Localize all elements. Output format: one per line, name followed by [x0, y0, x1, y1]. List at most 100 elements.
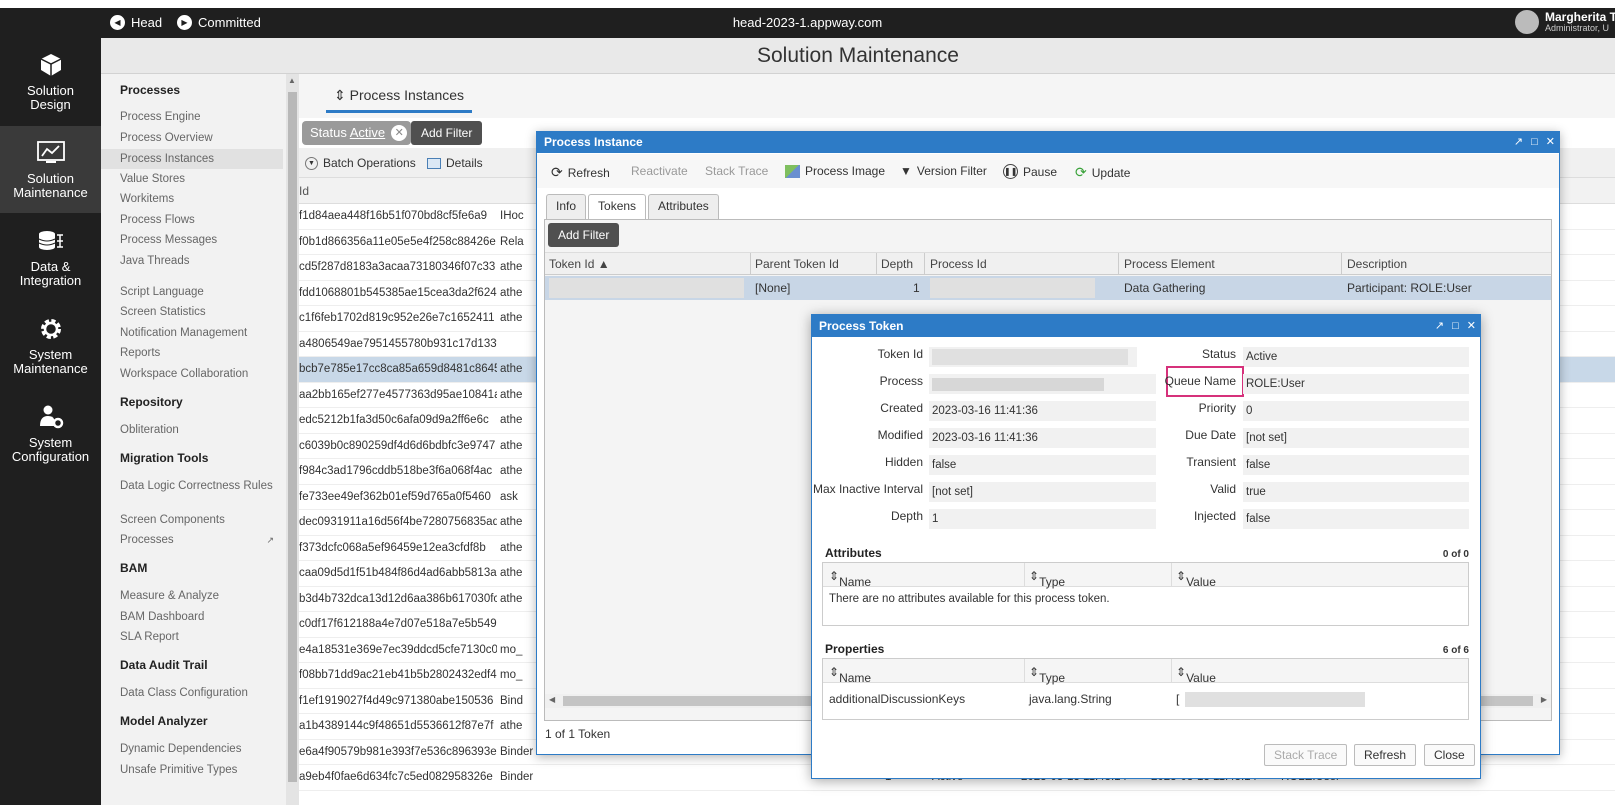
side-scrollbar[interactable]: ▲ — [286, 74, 299, 805]
stack-trace-button[interactable]: Stack Trace — [705, 164, 768, 178]
maximize-icon[interactable]: □ — [1531, 137, 1538, 148]
tab-info[interactable]: Info — [546, 194, 587, 219]
add-filter-button[interactable]: Add Filter — [411, 121, 483, 145]
popout-icon[interactable]: ↗ — [1435, 320, 1444, 332]
menu-workspace-collaboration[interactable]: Workspace Collaboration — [120, 368, 282, 381]
value-hidden: false — [929, 455, 1156, 475]
head-button[interactable]: ◀ Head — [110, 15, 162, 30]
redacted-token-id — [549, 278, 744, 298]
user-menu[interactable]: Margherita T Administrator, U — [1515, 10, 1615, 34]
row-id: aa2bb165ef277e4577363d95ae10841a — [299, 388, 497, 401]
nav-solution-design[interactable]: Solution Design — [0, 38, 101, 125]
scroll-up-icon[interactable]: ▲ — [288, 76, 296, 85]
properties-count: 6 of 6 — [1442, 645, 1469, 656]
database-icon — [37, 228, 65, 254]
tab-process-instances[interactable]: ⇕ Process Instances — [326, 87, 473, 113]
menu-sla-report[interactable]: SLA Report — [120, 631, 282, 644]
nav-system-configuration[interactable]: System Configuration — [0, 390, 101, 477]
side-menu: Processes Process Engine Process Overvie… — [101, 74, 286, 805]
col-type[interactable]: ⇕ Type — [1029, 665, 1065, 685]
menu-processes[interactable]: Processes ↗ — [120, 534, 282, 547]
window-title: Process Token — [819, 319, 904, 333]
row-cell: IHoc — [500, 210, 524, 222]
menu-java-threads[interactable]: Java Threads — [120, 255, 282, 268]
scroll-thumb[interactable] — [288, 92, 297, 782]
col-description[interactable]: Description — [1347, 257, 1407, 271]
tab-attributes[interactable]: Attributes — [648, 194, 719, 219]
pause-button[interactable]: ❚❚ Pause — [1003, 164, 1057, 179]
menu-unsafe-primitive-types[interactable]: Unsafe Primitive Types — [120, 764, 282, 777]
stack-trace-button[interactable]: Stack Trace — [1264, 744, 1348, 766]
col-process-id[interactable]: Process Id — [930, 257, 987, 271]
menu-process-instances[interactable]: Process Instances — [101, 149, 283, 169]
external-link-icon: ↗ — [266, 535, 274, 545]
menu-data-logic-rules[interactable]: Data Logic Correctness Rules — [120, 480, 282, 493]
menu-workitems[interactable]: Workitems — [120, 193, 282, 206]
committed-button[interactable]: ▶ Committed — [177, 15, 261, 30]
page-title: Solution Maintenance — [101, 38, 1615, 74]
col-depth[interactable]: Depth — [881, 257, 913, 271]
nav-system-maintenance[interactable]: System Maintenance — [0, 302, 101, 389]
col-value[interactable]: ⇕ Value — [1176, 569, 1216, 589]
col-type[interactable]: ⇕ Type — [1029, 569, 1065, 589]
gear-icon — [37, 316, 65, 342]
menu-process-messages[interactable]: Process Messages — [120, 234, 282, 247]
tab-tokens[interactable]: Tokens — [588, 194, 647, 220]
col-name[interactable]: ⇕ Name — [829, 665, 871, 685]
process-image-button[interactable]: Process Image — [785, 164, 885, 178]
row-cell: athe — [500, 414, 523, 426]
filter-value[interactable]: Active — [350, 125, 385, 140]
col-value[interactable]: ⇕ Value — [1176, 665, 1216, 685]
remove-filter-icon[interactable]: ✕ — [391, 125, 408, 141]
col-id[interactable]: Id — [299, 184, 309, 198]
menu-value-stores[interactable]: Value Stores — [120, 173, 282, 186]
scroll-left-icon[interactable]: ◀ — [549, 695, 555, 704]
popout-icon[interactable]: ↗ — [1514, 137, 1523, 148]
col-parent-token-id[interactable]: Parent Token Id — [755, 257, 839, 271]
menu-data-class-config[interactable]: Data Class Configuration — [120, 687, 282, 700]
add-filter-button[interactable]: Add Filter — [548, 223, 620, 247]
update-button[interactable]: ⟳ Update — [1075, 164, 1130, 181]
token-count: 1 of 1 Token — [545, 727, 611, 741]
row-id: e4a18531e369e7ec39ddcd5cfe7130c0 — [299, 643, 497, 656]
menu-process-flows[interactable]: Process Flows — [120, 214, 282, 227]
batch-operations-button[interactable]: ▼ Batch Operations — [305, 156, 416, 170]
col-token-id[interactable]: Token Id ▲ — [549, 257, 610, 271]
menu-screen-components[interactable]: Screen Components — [120, 514, 282, 527]
window-titlebar[interactable]: Process Instance — [537, 132, 1559, 153]
menu-measure-analyze[interactable]: Measure & Analyze — [120, 590, 282, 603]
close-icon[interactable]: ✕ — [1546, 137, 1555, 148]
maximize-icon[interactable]: □ — [1452, 320, 1459, 332]
menu-script-language[interactable]: Script Language — [120, 286, 282, 299]
menu-screen-statistics[interactable]: Screen Statistics — [120, 306, 282, 319]
reactivate-button[interactable]: Reactivate — [631, 164, 688, 178]
menu-process-overview[interactable]: Process Overview — [120, 132, 282, 145]
scroll-right-icon[interactable]: ▶ — [1541, 695, 1547, 704]
menu-obliteration[interactable]: Obliteration — [120, 424, 282, 437]
col-process-element[interactable]: Process Element — [1124, 257, 1215, 271]
nav-solution-maintenance[interactable]: Solution Maintenance — [0, 126, 101, 213]
menu-process-engine[interactable]: Process Engine — [120, 111, 282, 124]
window-titlebar[interactable]: Process Token — [812, 315, 1480, 337]
close-button[interactable]: Close — [1424, 744, 1475, 766]
menu-notification-management[interactable]: Notification Management — [120, 327, 282, 340]
committed-label: Committed — [198, 15, 261, 30]
row-cell: athe — [500, 439, 523, 452]
version-filter-button[interactable]: ▼ Version Filter — [900, 164, 987, 178]
table-row-selected[interactable]: [None] 1 Data Gathering Participant: ROL… — [545, 276, 1551, 300]
nav-data-integration[interactable]: Data & Integration — [0, 214, 101, 301]
menu-reports[interactable]: Reports — [120, 347, 282, 360]
details-button[interactable]: Details — [427, 156, 483, 170]
col-name[interactable]: ⇕ Name — [829, 569, 871, 589]
play-icon: ▶ — [177, 15, 192, 30]
menu-dynamic-dependencies[interactable]: Dynamic Dependencies — [120, 743, 282, 756]
label-transient: Transient — [1186, 455, 1236, 469]
row-id: edc5212b1fa3d50c6afa09d9a2ff6e6c — [299, 414, 489, 426]
refresh-button[interactable]: ⟳ Refresh — [551, 164, 610, 181]
close-icon[interactable]: ✕ — [1467, 320, 1476, 332]
row-id: bcb7e785e17cc8ca85a659d8481c8645 — [299, 363, 497, 375]
status-filter-chip[interactable]: Status Active ✕ — [302, 121, 412, 145]
refresh-button[interactable]: Refresh — [1354, 744, 1417, 766]
play-icon: ◀ — [110, 15, 125, 30]
menu-bam-dashboard[interactable]: BAM Dashboard — [120, 611, 282, 624]
